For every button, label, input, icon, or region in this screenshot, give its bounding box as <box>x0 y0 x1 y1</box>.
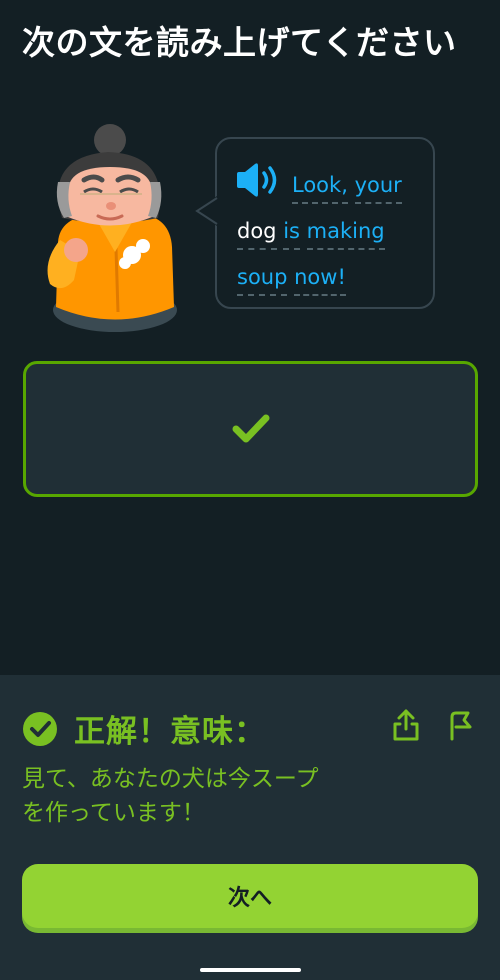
prompt-word[interactable]: your <box>354 170 402 204</box>
prompt-word[interactable]: dog <box>237 216 277 250</box>
meaning-line: を作っています！ <box>22 800 205 826</box>
feedback-title: 正解！意味： <box>74 714 266 750</box>
flag-icon[interactable] <box>446 709 476 741</box>
feedback-meaning: 見て、あなたの犬は今スープ を作っています！ <box>22 762 382 830</box>
home-indicator[interactable] <box>200 968 301 972</box>
check-circle-icon <box>23 712 57 746</box>
prompt-word[interactable]: soup <box>237 262 288 296</box>
page-title: 次の文を読み上げてください <box>22 23 457 62</box>
prompt-sentence: Look, your dog is making soup now! <box>237 162 427 300</box>
character-illustration <box>47 124 177 332</box>
speech-bubble-tail <box>195 196 218 226</box>
prompt-word[interactable]: Look, <box>292 170 348 204</box>
next-button[interactable]: 次へ <box>22 864 478 928</box>
answer-box <box>23 361 478 497</box>
prompt-line: Look, your <box>237 162 427 208</box>
prompt-word[interactable]: is <box>283 216 300 250</box>
prompt-word[interactable]: now! <box>294 262 346 296</box>
prompt-line: dog is making <box>237 208 427 254</box>
prompt-line: soup now! <box>237 254 427 300</box>
check-icon <box>232 414 269 443</box>
meaning-line: 見て、あなたの犬は今スープ <box>22 766 319 792</box>
prompt-word[interactable]: making <box>306 216 385 250</box>
share-icon[interactable] <box>391 708 421 742</box>
